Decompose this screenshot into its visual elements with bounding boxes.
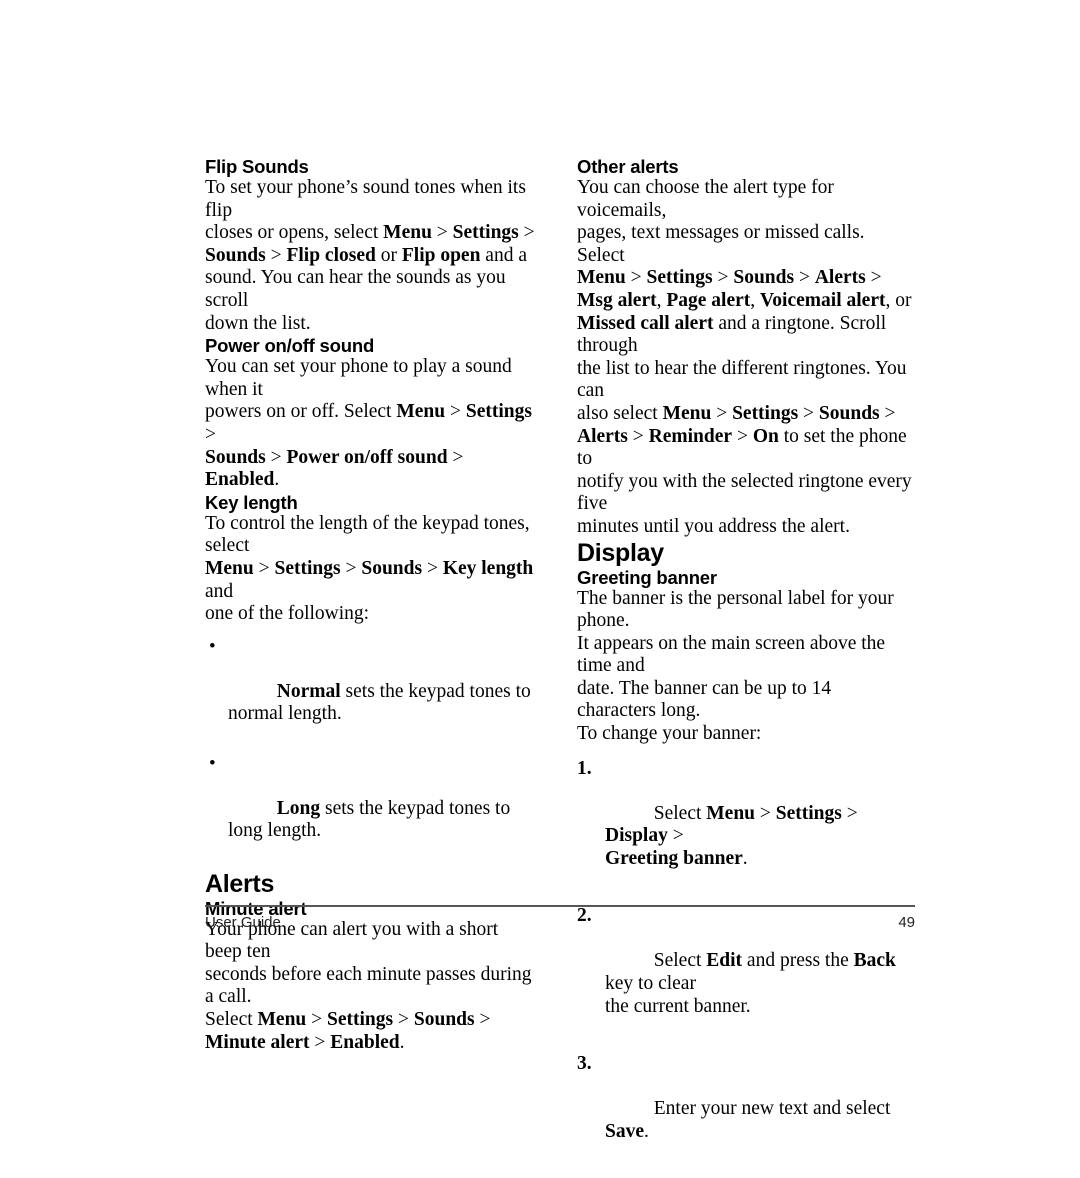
footer-row: User Guide 49: [205, 914, 915, 931]
heading-other-alerts: Other alerts: [577, 156, 679, 177]
page-number: 49: [898, 914, 915, 931]
list-item-text: Long sets the keypad tones to long lengt…: [228, 797, 516, 842]
key-length-bullet-list: • Normal sets the keypad tones to normal…: [205, 636, 537, 866]
paragraph-power-onoff-sound: You can set your phone to play a sound w…: [205, 356, 532, 491]
step-text: Select Edit and press the Back key to cl…: [605, 950, 896, 1017]
left-column: Flip Sounds To set your phone’s sound to…: [205, 156, 537, 1178]
list-item: • Normal sets the keypad tones to normal…: [205, 636, 537, 749]
list-item-text: Normal sets the keypad tones to normal l…: [228, 680, 531, 725]
step-text: Enter your new text and select Save.: [605, 1097, 896, 1142]
list-item: • Long sets the keypad tones to long len…: [205, 753, 537, 866]
heading-flip-sounds: Flip Sounds: [205, 156, 309, 177]
page-columns: Flip Sounds To set your phone’s sound to…: [205, 156, 915, 1178]
paragraph-greeting-banner: The banner is the personal label for you…: [577, 587, 894, 745]
heading-key-length: Key length: [205, 491, 298, 513]
paragraph-key-length: To control the length of the keypad tone…: [205, 512, 534, 625]
footer-label: User Guide: [205, 914, 281, 931]
step-number: 3.: [577, 1052, 592, 1074]
heading-alerts: Alerts: [205, 869, 275, 898]
paragraph-flip-sounds: To set your phone’s sound tones when its…: [205, 177, 535, 334]
heading-greeting-banner: Greeting banner: [577, 566, 717, 588]
list-item: 1. Select Menu > Settings > Display > Gr…: [577, 758, 915, 894]
bullet-icon: •: [209, 635, 216, 657]
footer-divider: [205, 905, 915, 907]
list-item: 3. Enter your new text and select Save.: [577, 1053, 915, 1166]
heading-display: Display: [577, 538, 664, 567]
step-number: 1.: [577, 757, 592, 779]
manual-page: Flip Sounds To set your phone’s sound to…: [0, 0, 1080, 1142]
page-footer: User Guide 49: [205, 905, 915, 931]
greeting-banner-steps: 1. Select Menu > Settings > Display > Gr…: [577, 758, 915, 1166]
step-text: Select Menu > Settings > Display > Greet…: [605, 802, 863, 870]
heading-power-onoff-sound: Power on/off sound: [205, 335, 375, 357]
bullet-icon: •: [209, 752, 216, 774]
paragraph-minute-alert: Your phone can alert you with a short be…: [205, 918, 532, 1053]
right-column: Other alerts You can choose the alert ty…: [577, 156, 915, 1178]
paragraph-other-alerts: You can choose the alert type for voicem…: [577, 177, 912, 537]
